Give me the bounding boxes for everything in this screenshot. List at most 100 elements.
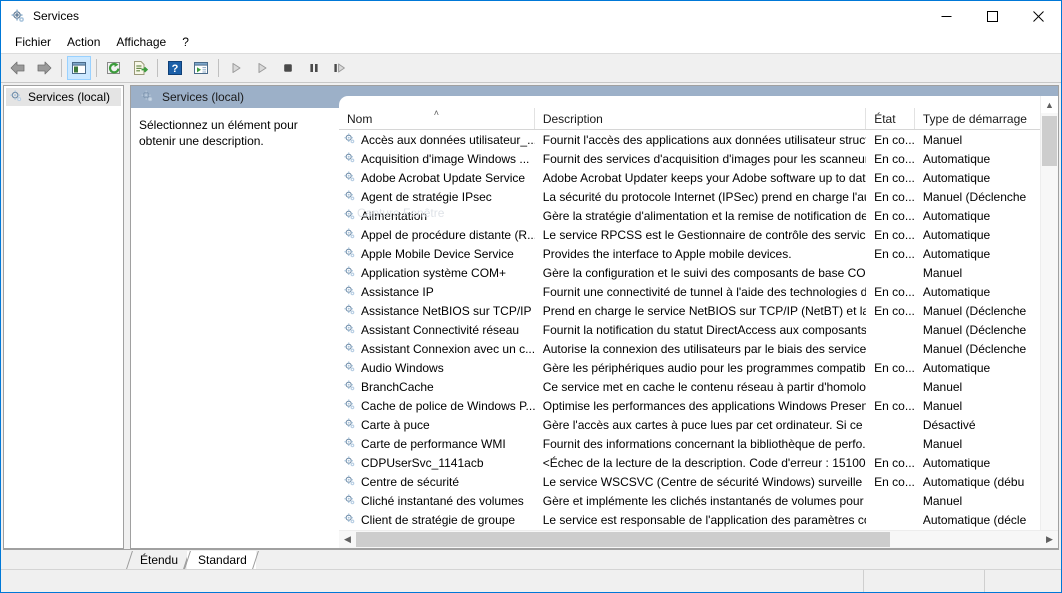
refresh-button[interactable] [102,56,126,80]
service-description-cell: Gère et implémente les clichés instantan… [535,494,866,508]
column-header-tat[interactable]: État [866,108,915,129]
table-row[interactable]: BranchCache Ce service met en cache le co… [339,377,1041,396]
hscroll-track[interactable] [356,531,1041,548]
table-row[interactable]: Audio Windows Gère les périphériques audi… [339,358,1041,377]
close-button[interactable] [1015,1,1061,31]
service-startup-type-label: Manuel [922,493,963,508]
service-startup-type-cell: Automatique [915,247,1041,261]
service-name-label: Acquisition d'image Windows ... [361,151,530,166]
restart-service-button[interactable] [328,56,352,80]
tab-standard[interactable]: Standard [187,551,256,569]
service-description-cell: Fournit l'accès des applications aux don… [535,133,866,147]
table-row[interactable]: Assistance NetBIOS sur TCP/IP Prend en ch… [339,301,1041,320]
column-header-description[interactable]: Description [535,108,867,129]
table-row[interactable]: Alimentation Gère la stratégie d'alimenta… [339,206,1041,225]
stop-service-button[interactable] [276,56,300,80]
service-description-label: Gère et implémente les clichés instantan… [542,493,867,508]
service-startup-type-label: Manuel [922,398,963,413]
vertical-scrollbar[interactable]: ▲ ▼ [1040,96,1058,548]
service-description-cell: Gère l'accès aux cartes à puce lues par … [535,418,866,432]
tab-etendu[interactable]: Étendu [129,551,188,569]
table-row[interactable]: Cliché instantané des volumes Gère et imp… [339,491,1041,510]
column-header-type-de-d-marrage[interactable]: Type de démarrage [915,108,1041,129]
table-row[interactable]: Application système COM+ Gère la configur… [339,263,1041,282]
table-row[interactable]: Client de stratégie de groupe Le service … [339,510,1041,529]
service-gear-icon [343,284,356,300]
menu-action[interactable]: Action [59,33,108,51]
service-description-label: Gère l'accès aux cartes à puce lues par … [542,417,867,432]
service-description-text: Sélectionnez un élément pour obtenir une… [139,118,298,148]
menu-fichier[interactable]: Fichier [7,33,59,51]
service-description-label: La sécurité du protocole Internet (IPSec… [542,189,867,204]
table-row[interactable]: Accès aux données utilisateur_... Fournit… [339,130,1041,149]
maximize-button[interactable] [969,1,1015,31]
table-row[interactable]: Acquisition d'image Windows ... Fournit d… [339,149,1041,168]
service-startup-type-cell: Manuel (Déclenche [915,342,1041,356]
service-description-label: Ce service met en cache le contenu résea… [542,379,867,394]
table-row[interactable]: Assistance IP Fournit une connectivité de… [339,282,1041,301]
table-row[interactable]: Assistant Connectivité réseau Fournit la … [339,320,1041,339]
service-startup-type-cell: Manuel [915,380,1041,394]
service-gear-icon [343,436,356,452]
service-name-label: Cache de police de Windows P... [361,398,535,413]
tree-item-services-local[interactable]: Services (local) [6,88,121,106]
hscroll-right-arrow-icon[interactable]: ▶ [1041,531,1058,548]
service-name-cell: Carte de performance WMI [339,436,535,452]
service-description-label: Fournit une connectivité de tunnel à l'a… [542,284,867,299]
service-startup-type-label: Automatique (décle [922,512,1027,527]
export-list-button[interactable] [128,56,152,80]
service-state-cell: En co... [866,285,915,299]
menu-aide[interactable]: ? [174,33,197,51]
service-description-label: Le service RPCSS est le Gestionnaire de … [542,227,867,242]
service-name-label: Assistant Connexion avec un c... [361,341,535,356]
table-row[interactable]: Appel de procédure distante (R... Le serv… [339,225,1041,244]
table-row[interactable]: Carte de performance WMI Fournit des info… [339,434,1041,453]
vscroll-track[interactable] [1041,113,1058,531]
service-description-label: Optimise les performances des applicatio… [542,398,867,413]
service-startup-type-label: Manuel [922,132,963,147]
service-description-cell: Provides the interface to Apple mobile d… [535,247,866,261]
service-name-label: Adobe Acrobat Update Service [361,170,526,185]
menu-bar: Fichier Action Affichage ? [1,31,1061,54]
horizontal-scrollbar[interactable]: ◀ ▶ [339,530,1058,548]
table-row[interactable]: Carte à puce Gère l'accès aux cartes à pu… [339,415,1041,434]
status-bar-message [1,570,863,592]
table-row[interactable]: Apple Mobile Device Service Provides the … [339,244,1041,263]
menu-affichage[interactable]: Affichage [108,33,174,51]
vscroll-thumb[interactable] [1042,116,1057,166]
minimize-button[interactable] [923,1,969,31]
start-service-button[interactable] [224,56,248,80]
table-row[interactable]: Centre de sécurité Le service WSCSVC (Cen… [339,472,1041,491]
vscroll-up-arrow-icon[interactable]: ▲ [1041,96,1058,113]
table-row[interactable]: CDPUserSvc_1141acb <Échec de la lecture d… [339,453,1041,472]
tab-etendu-label: Étendu [140,553,179,567]
back-button[interactable] [6,56,30,80]
pause-service-button[interactable] [302,56,326,80]
service-gear-icon [343,189,356,205]
show-hide-console-tree-button[interactable] [67,56,91,80]
table-row[interactable]: Agent de stratégie IPsec La sécurité du p… [339,187,1041,206]
service-name-label: Assistance NetBIOS sur TCP/IP [361,303,532,318]
service-description-cell: La sécurité du protocole Internet (IPSec… [535,190,866,204]
service-name-label: Accès aux données utilisateur_... [361,132,535,147]
table-row[interactable]: Assistant Connexion avec un c... Autorise… [339,339,1041,358]
table-row[interactable]: Adobe Acrobat Update Service Adobe Acroba… [339,168,1041,187]
table-row[interactable]: Cache de police de Windows P... Optimise … [339,396,1041,415]
hscroll-thumb[interactable] [356,532,891,547]
forward-button[interactable] [32,56,56,80]
service-startup-type-label: Manuel [922,265,963,280]
service-description-cell: Prend en charge le service NetBIOS sur T… [535,304,866,318]
service-description-cell: Le service WSCSVC (Centre de sécurité Wi… [535,475,866,489]
service-description-cell: Ce service met en cache le contenu résea… [535,380,866,394]
hscroll-left-arrow-icon[interactable]: ◀ [339,531,356,548]
service-description-label: Adobe Acrobat Updater keeps your Adobe s… [542,170,867,185]
resume-service-button[interactable] [250,56,274,80]
list-body[interactable]: Capture Fenêtre Accès aux données utilis… [339,130,1058,530]
help-button[interactable]: ? [163,56,187,80]
service-startup-type-label: Manuel (Déclenche [922,341,1027,356]
properties-button[interactable] [189,56,213,80]
column-header-nom[interactable]: Nom ˄ [339,108,535,129]
services-list-panel: Nom ˄ Description État Type de démarrage Cap… [339,96,1058,548]
service-description-cell: <Échec de la lecture de la description. … [535,456,866,470]
column-header-label: Description [542,111,603,126]
